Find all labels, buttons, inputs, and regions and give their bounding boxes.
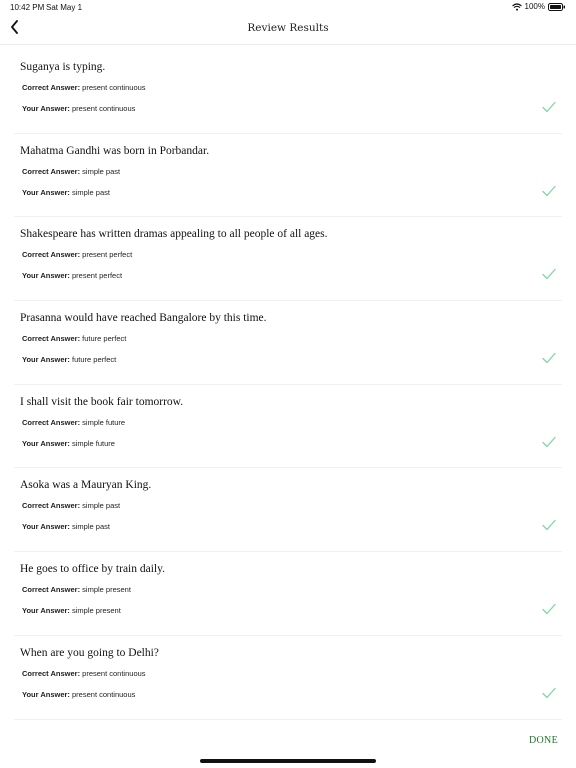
correct-answer-value: present continuous bbox=[82, 83, 146, 92]
home-indicator bbox=[200, 759, 376, 763]
correct-answer: Correct Answer: simple future bbox=[22, 418, 125, 427]
your-answer-value: simple future bbox=[72, 438, 115, 448]
your-answer: Your Answer: present perfect bbox=[22, 271, 122, 280]
your-answer: Your Answer: simple past bbox=[22, 188, 110, 197]
correct-answer-label: Correct Answer: bbox=[22, 417, 83, 427]
correct-answer-value: simple past bbox=[82, 501, 121, 511]
your-answer: Your Answer: simple present bbox=[22, 606, 121, 615]
correct-answer-label: Correct Answer: bbox=[22, 250, 83, 260]
checkmark-icon bbox=[542, 351, 556, 364]
correct-answer: Correct Answer: present perfect bbox=[22, 250, 132, 259]
your-answer-label: Your Answer: bbox=[22, 438, 73, 448]
done-button[interactable]: DONE bbox=[529, 735, 558, 746]
correct-answer: Correct Answer: present continuous bbox=[22, 83, 146, 92]
correct-answer-value: simple future bbox=[82, 417, 126, 427]
your-answer-value: simple past bbox=[72, 187, 110, 197]
your-answer-value: present continuous bbox=[72, 104, 136, 113]
checkmark-icon bbox=[542, 602, 556, 615]
your-answer-label: Your Answer: bbox=[22, 606, 73, 616]
your-answer: Your Answer: simple future bbox=[22, 439, 115, 448]
result-item: He goes to office by train daily. Correc… bbox=[14, 552, 562, 636]
checkmark-icon bbox=[542, 100, 556, 113]
correct-answer-label: Correct Answer: bbox=[22, 83, 83, 92]
status-time: 10:42 PM bbox=[10, 3, 45, 12]
question-text: When are you going to Delhi? bbox=[20, 646, 159, 659]
status-date: Sat May 1 bbox=[46, 3, 83, 12]
question-text: Prasanna would have reached Bangalore by… bbox=[20, 312, 267, 325]
correct-answer: Correct Answer: simple past bbox=[22, 167, 120, 176]
your-answer-label: Your Answer: bbox=[22, 355, 73, 365]
your-answer-label: Your Answer: bbox=[22, 689, 73, 699]
result-item: Mahatma Gandhi was born in Porbandar. Co… bbox=[14, 134, 562, 218]
status-indicators: 100% bbox=[511, 2, 566, 11]
result-item: Shakespeare has written dramas appealing… bbox=[14, 217, 562, 302]
battery-icon bbox=[548, 2, 566, 11]
correct-answer-value: present continuous bbox=[82, 668, 146, 678]
your-answer-value: present continuous bbox=[72, 689, 136, 699]
correct-answer-label: Correct Answer: bbox=[22, 166, 83, 176]
your-answer: Your Answer: simple past bbox=[22, 522, 110, 531]
your-answer: Your Answer: future perfect bbox=[22, 355, 116, 364]
question-text: Mahatma Gandhi was born in Porbandar. bbox=[20, 144, 210, 157]
checkmark-icon bbox=[542, 435, 556, 447]
question-text: Shakespeare has written dramas appealing… bbox=[20, 228, 328, 241]
checkmark-icon bbox=[542, 518, 556, 531]
checkmark-icon bbox=[542, 686, 556, 698]
result-item: Asoka was a Mauryan King. Correct Answer… bbox=[14, 468, 562, 553]
correct-answer-value: simple present bbox=[82, 585, 131, 595]
correct-answer: Correct Answer: simple past bbox=[22, 501, 120, 510]
result-item: Suganya is typing. Correct Answer: prese… bbox=[14, 50, 562, 134]
correct-answer-label: Correct Answer: bbox=[22, 585, 83, 595]
your-answer-label: Your Answer: bbox=[22, 187, 73, 197]
your-answer: Your Answer: present continuous bbox=[22, 690, 135, 699]
question-text: Asoka was a Mauryan King. bbox=[20, 479, 152, 492]
result-item: When are you going to Delhi? Correct Ans… bbox=[14, 636, 562, 720]
your-answer-label: Your Answer: bbox=[22, 104, 73, 113]
correct-answer-label: Correct Answer: bbox=[22, 334, 83, 344]
battery-percentage: 100% bbox=[524, 2, 545, 11]
wifi-icon bbox=[511, 2, 522, 11]
your-answer: Your Answer: present continuous bbox=[22, 104, 135, 113]
correct-answer: Correct Answer: future perfect bbox=[22, 334, 126, 343]
page-title: Review Results bbox=[247, 22, 329, 34]
correct-answer-value: future perfect bbox=[82, 334, 127, 344]
checkmark-icon bbox=[542, 184, 556, 196]
your-answer-value: simple present bbox=[72, 606, 121, 616]
question-text: He goes to office by train daily. bbox=[20, 563, 165, 576]
results-list: Suganya is typing. Correct Answer: prese… bbox=[14, 50, 562, 720]
your-answer-value: present perfect bbox=[72, 271, 123, 281]
correct-answer: Correct Answer: simple present bbox=[22, 585, 131, 594]
navigation-bar: Review Results bbox=[0, 14, 576, 45]
result-item: Prasanna would have reached Bangalore by… bbox=[14, 301, 562, 385]
correct-answer-label: Correct Answer: bbox=[22, 668, 83, 678]
your-answer-label: Your Answer: bbox=[22, 522, 73, 532]
your-answer-value: future perfect bbox=[72, 355, 117, 365]
question-text: Suganya is typing. bbox=[20, 61, 106, 73]
result-item: I shall visit the book fair tomorrow. Co… bbox=[14, 385, 562, 469]
question-text: I shall visit the book fair tomorrow. bbox=[20, 395, 184, 408]
correct-answer-value: present perfect bbox=[82, 250, 133, 260]
your-answer-value: simple past bbox=[72, 522, 110, 532]
correct-answer-value: simple past bbox=[82, 166, 121, 176]
correct-answer: Correct Answer: present continuous bbox=[22, 669, 146, 678]
your-answer-label: Your Answer: bbox=[22, 271, 73, 281]
checkmark-icon bbox=[542, 267, 556, 280]
correct-answer-label: Correct Answer: bbox=[22, 501, 83, 511]
status-bar: 10:42 PM Sat May 1 100% bbox=[0, 0, 576, 14]
